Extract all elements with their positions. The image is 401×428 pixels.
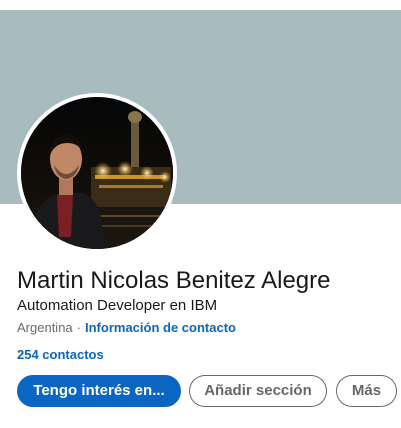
interested-in-button[interactable]: Tengo interés en... <box>17 375 181 407</box>
avatar-photo <box>21 97 173 249</box>
location-text: Argentina <box>17 320 73 335</box>
profile-card: Martin Nicolas Benitez Alegre Automation… <box>0 0 401 428</box>
profile-name: Martin Nicolas Benitez Alegre <box>17 267 331 294</box>
location-line: Argentina · Información de contacto <box>17 319 236 337</box>
add-section-button[interactable]: Añadir sección <box>189 375 327 407</box>
more-button[interactable]: Más <box>336 375 397 407</box>
separator-dot: · <box>76 320 81 335</box>
profile-headline: Automation Developer en IBM <box>17 297 218 314</box>
contact-info-link[interactable]: Información de contacto <box>85 320 236 335</box>
top-strip <box>0 0 401 10</box>
avatar[interactable] <box>17 93 177 253</box>
connections-link[interactable]: 254 contactos <box>17 346 104 364</box>
